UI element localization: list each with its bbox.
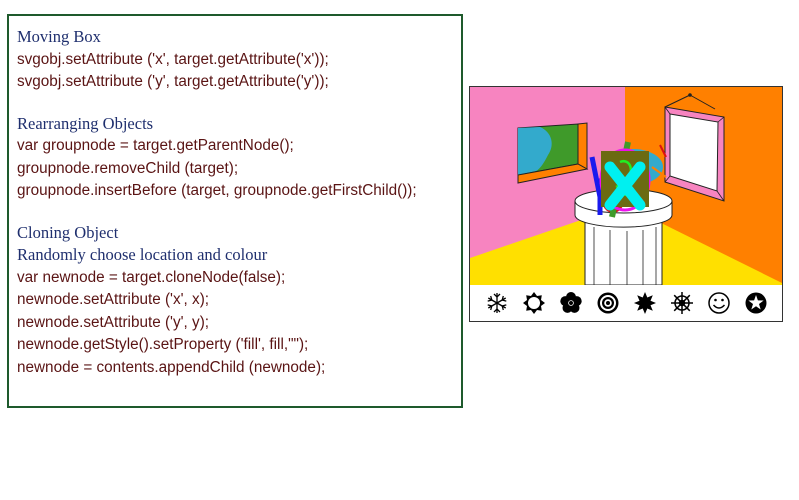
- section-heading-moving-box: Moving Box: [17, 27, 101, 46]
- sun-icon[interactable]: [521, 290, 547, 316]
- section-heading-rearranging: Rearranging Objects: [17, 113, 154, 133]
- target-icon[interactable]: [595, 290, 621, 316]
- code-line: newnode.setAttribute ('x', x);: [17, 291, 210, 308]
- flower-icon[interactable]: [558, 290, 584, 316]
- ship-wheel-icon[interactable]: [669, 290, 695, 316]
- code-line: svgobj.setAttribute ('x', target.getAttr…: [17, 50, 329, 68]
- code-line: groupnode.removeChild (target);: [17, 159, 239, 177]
- code-panel: Moving Box svgobj.setAttribute ('x', tar…: [7, 14, 463, 408]
- smiley-icon[interactable]: [706, 290, 732, 316]
- code-line: newnode.getStyle().setProperty ('fill', …: [17, 336, 309, 353]
- code-line: var groupnode = target.getParentNode();: [17, 137, 294, 154]
- svg-scene-panel: [469, 86, 783, 322]
- code-line: newnode = contents.appendChild (newnode)…: [17, 358, 326, 376]
- code-line: groupnode.insertBefore (target, groupnod…: [17, 182, 417, 199]
- room-scene: [470, 87, 782, 285]
- shape-toolbar: [470, 285, 782, 321]
- code-line: var newnode = target.cloneNode(false);: [17, 268, 286, 286]
- section-subheading-cloning: Randomly choose location and colour: [17, 245, 268, 264]
- code-line: newnode.setAttribute ('y', y);: [17, 313, 210, 331]
- star-circle-icon[interactable]: [743, 290, 769, 316]
- section-heading-cloning: Cloning Object: [17, 222, 119, 242]
- snowflake-icon[interactable]: [484, 290, 510, 316]
- code-content: Moving Box svgobj.setAttribute ('x', tar…: [17, 26, 453, 379]
- starburst-icon[interactable]: [632, 290, 658, 316]
- code-line: svgobj.setAttribute ('y', target.getAttr…: [17, 73, 329, 90]
